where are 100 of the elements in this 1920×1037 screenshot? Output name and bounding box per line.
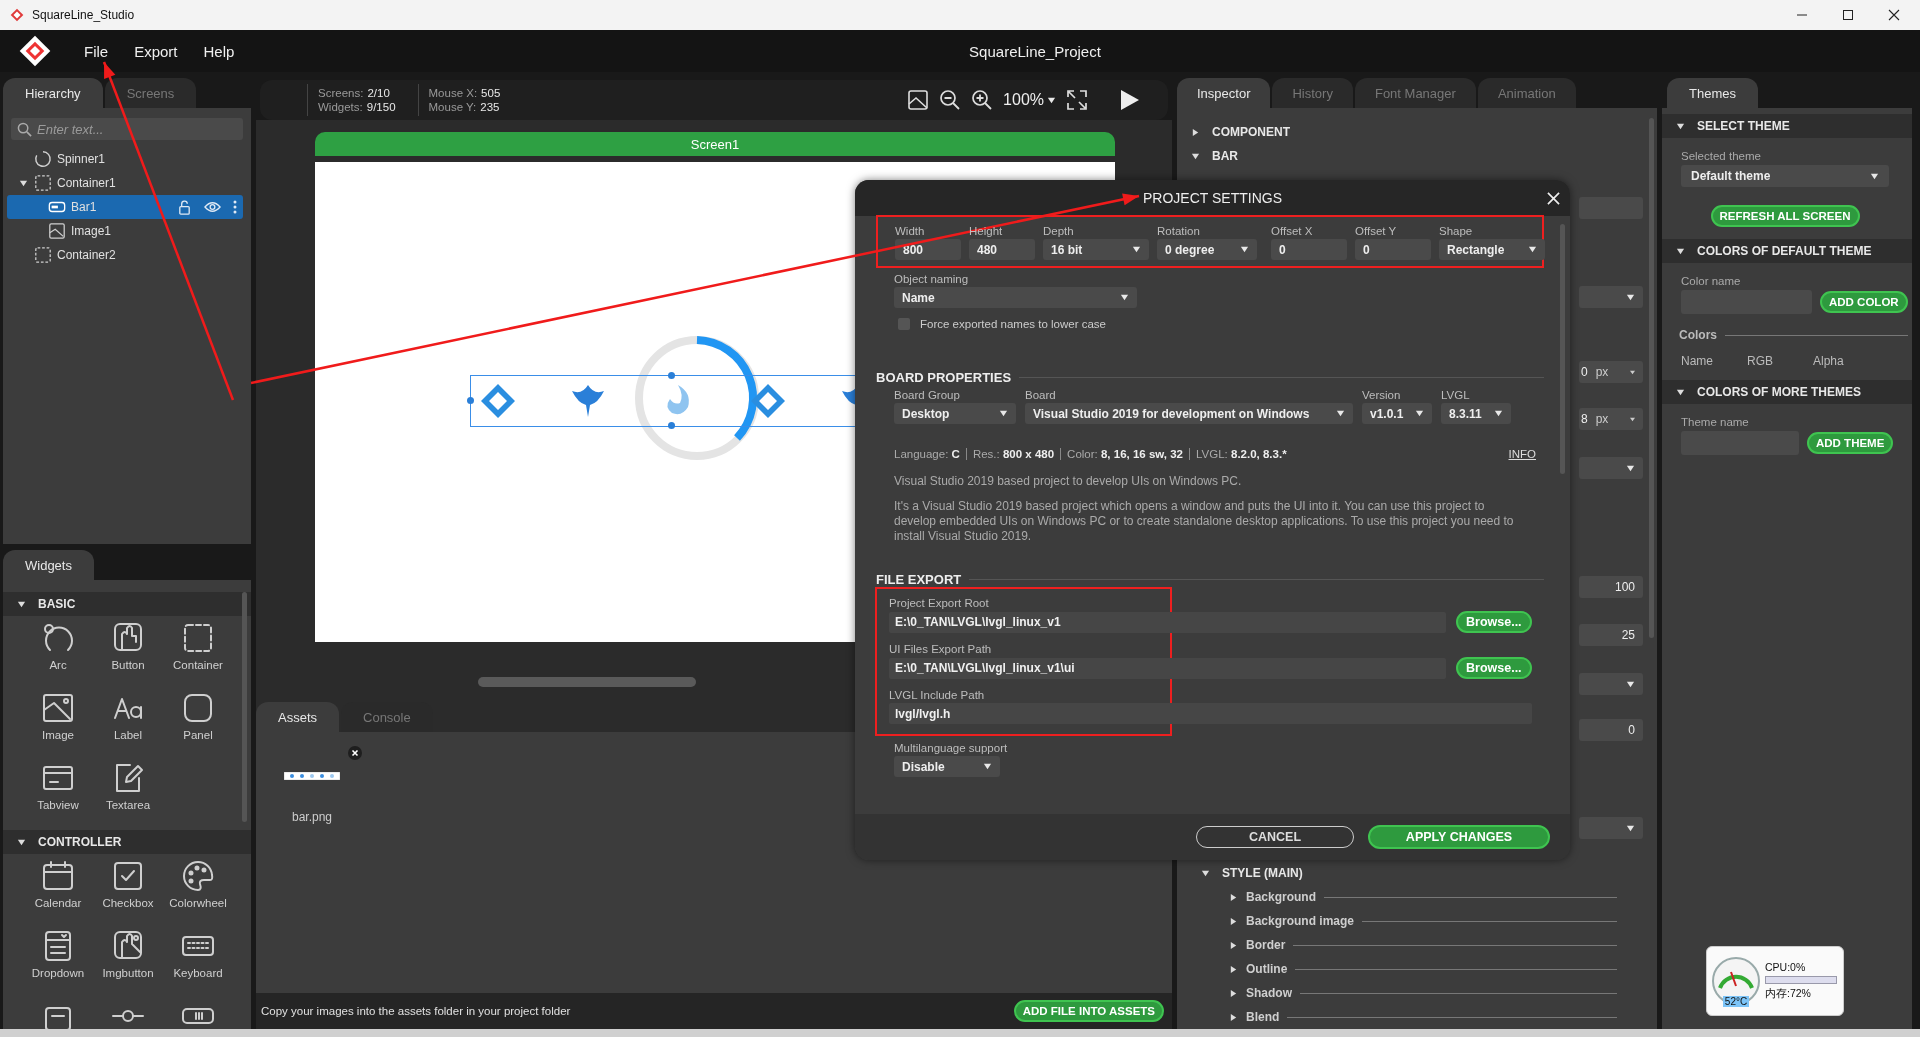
widget-tile[interactable]: Checkbox	[93, 858, 163, 924]
dropdown[interactable]: Name	[894, 287, 1137, 308]
input-field[interactable]: 800	[895, 239, 961, 260]
section-header[interactable]: CONTROLLER	[3, 830, 251, 854]
eye-icon[interactable]	[204, 201, 221, 213]
apply-button[interactable]: APPLY CHANGES	[1368, 825, 1550, 849]
tree-item[interactable]: Container1	[7, 171, 243, 195]
input-field[interactable]: 0	[1271, 239, 1347, 260]
tab[interactable]: Hierarchy	[3, 78, 103, 108]
menu-item[interactable]: Help	[203, 42, 235, 60]
maximize-icon[interactable]	[1842, 9, 1854, 21]
dropdown[interactable]: 0 degree	[1157, 239, 1257, 260]
refresh-button[interactable]: REFRESH ALL SCREEN	[1710, 205, 1860, 227]
dropdown[interactable]: Disable	[894, 756, 1000, 777]
dropdown[interactable]: 8.3.11	[1441, 403, 1511, 424]
caret-icon[interactable]	[1229, 988, 1238, 998]
widget-tile[interactable]: Calendar	[23, 858, 93, 924]
style-group[interactable]: Background image	[1177, 909, 1657, 933]
number-field[interactable]: 8 px	[1579, 408, 1643, 430]
widget-tile[interactable]: Button	[93, 620, 163, 686]
style-group[interactable]: Blend	[1177, 1005, 1657, 1029]
section-header[interactable]: SELECT THEME	[1662, 114, 1912, 138]
image-icon[interactable]	[907, 89, 930, 111]
input-field[interactable]: 25	[1579, 624, 1643, 646]
tree-item[interactable]: Bar1	[7, 195, 243, 219]
tab[interactable]: Assets	[256, 702, 339, 732]
widget-tile[interactable]: Keyboard	[163, 928, 233, 994]
dropdown[interactable]: 16 bit	[1043, 239, 1149, 260]
widget-tile[interactable]: Imgbutton	[93, 928, 163, 994]
more-icon[interactable]	[233, 200, 237, 214]
caret-icon[interactable]	[1229, 964, 1238, 974]
tree-item[interactable]: Spinner1	[7, 147, 243, 171]
spinner-drawing[interactable]	[632, 333, 762, 463]
caret-icon[interactable]	[1676, 246, 1685, 256]
path-field[interactable]: lvgl/lvgl.h	[889, 703, 1532, 724]
widget-tile[interactable]: Textarea	[93, 760, 163, 826]
caret-icon[interactable]	[1229, 1012, 1238, 1022]
dropdown[interactable]: Rectangle	[1439, 239, 1545, 260]
widget-tile[interactable]: Container	[163, 620, 233, 686]
style-group[interactable]: Border	[1177, 933, 1657, 957]
lock-icon[interactable]	[177, 199, 192, 215]
section-header[interactable]: COMPONENT	[1177, 120, 1657, 144]
checkbox[interactable]	[898, 318, 910, 330]
menu-item[interactable]: Export	[134, 42, 178, 60]
browse-button[interactable]: Browse...	[1456, 611, 1532, 633]
caret-icon[interactable]	[18, 178, 28, 188]
resize-handle[interactable]	[467, 397, 474, 404]
close-icon[interactable]	[1888, 9, 1900, 21]
caret-icon[interactable]	[1229, 940, 1238, 950]
caret-icon[interactable]	[1229, 916, 1238, 926]
style-group[interactable]: Outline	[1177, 957, 1657, 981]
caret-icon[interactable]	[1191, 127, 1200, 137]
caret-icon[interactable]	[1201, 868, 1210, 878]
app-logo[interactable]	[18, 34, 52, 68]
section-header[interactable]: COLORS OF MORE THEMES	[1662, 380, 1912, 404]
zoom-in-icon[interactable]	[971, 89, 994, 111]
caret-icon[interactable]	[17, 599, 26, 609]
input-field[interactable]: 0	[1355, 239, 1431, 260]
widget-tile[interactable]: Tabview	[23, 760, 93, 826]
fullscreen-icon[interactable]	[1066, 89, 1088, 111]
tab[interactable]: Widgets	[3, 550, 94, 580]
tab[interactable]: Themes	[1667, 78, 1758, 108]
dropdown[interactable]: Visual Studio 2019 for development on Windows	[1025, 403, 1353, 424]
add-theme-button[interactable]: ADD THEME	[1807, 432, 1894, 454]
style-group[interactable]: Shadow	[1177, 981, 1657, 1005]
info-link[interactable]: INFO	[1508, 448, 1536, 460]
scrollbar[interactable]	[242, 592, 247, 822]
widget-tile[interactable]: Image	[23, 690, 93, 756]
scrollbar[interactable]	[478, 677, 696, 687]
style-group[interactable]: Background	[1177, 885, 1657, 909]
widget-tile[interactable]: Arc	[23, 620, 93, 686]
section-header[interactable]: BAR	[1177, 144, 1657, 168]
zoom-dropdown[interactable]: 100%	[1003, 91, 1056, 109]
zoom-out-icon[interactable]	[939, 89, 962, 111]
resize-handle[interactable]	[667, 372, 675, 379]
file-name[interactable]: bar.png	[291, 810, 332, 824]
caret-icon[interactable]	[1676, 121, 1685, 131]
scrollbar[interactable]	[1560, 224, 1565, 474]
resize-handle[interactable]	[667, 422, 675, 429]
search-field[interactable]: Enter text...	[11, 118, 243, 140]
section-header[interactable]: COLORS OF DEFAULT THEME	[1662, 239, 1912, 263]
tree-item[interactable]: Container2	[7, 243, 243, 267]
add-color-button[interactable]: ADD COLOR	[1820, 291, 1908, 313]
widget-tile[interactable]: Dropdown	[23, 928, 93, 994]
dropdown[interactable]: v1.0.1	[1362, 403, 1432, 424]
input-field[interactable]: 100	[1579, 576, 1643, 598]
scrollbar[interactable]	[1649, 118, 1654, 638]
input-field[interactable]: 0	[1579, 719, 1643, 741]
section-header[interactable]: STYLE (MAIN)	[1177, 861, 1657, 885]
delete-icon[interactable]	[348, 746, 362, 760]
input-field[interactable]: 480	[969, 239, 1035, 260]
play-icon[interactable]	[1118, 88, 1140, 112]
widget-tile[interactable]: Panel	[163, 690, 233, 756]
widget-tile[interactable]: Label	[93, 690, 163, 756]
widget-tile[interactable]: Colorwheel	[163, 858, 233, 924]
add-file-button[interactable]: ADD FILE INTO ASSETS	[1013, 1000, 1164, 1022]
menu-item[interactable]: File	[84, 42, 109, 60]
caret-icon[interactable]	[17, 837, 26, 847]
caret-icon[interactable]	[1191, 151, 1200, 161]
tab[interactable]: Inspector	[1177, 78, 1271, 108]
